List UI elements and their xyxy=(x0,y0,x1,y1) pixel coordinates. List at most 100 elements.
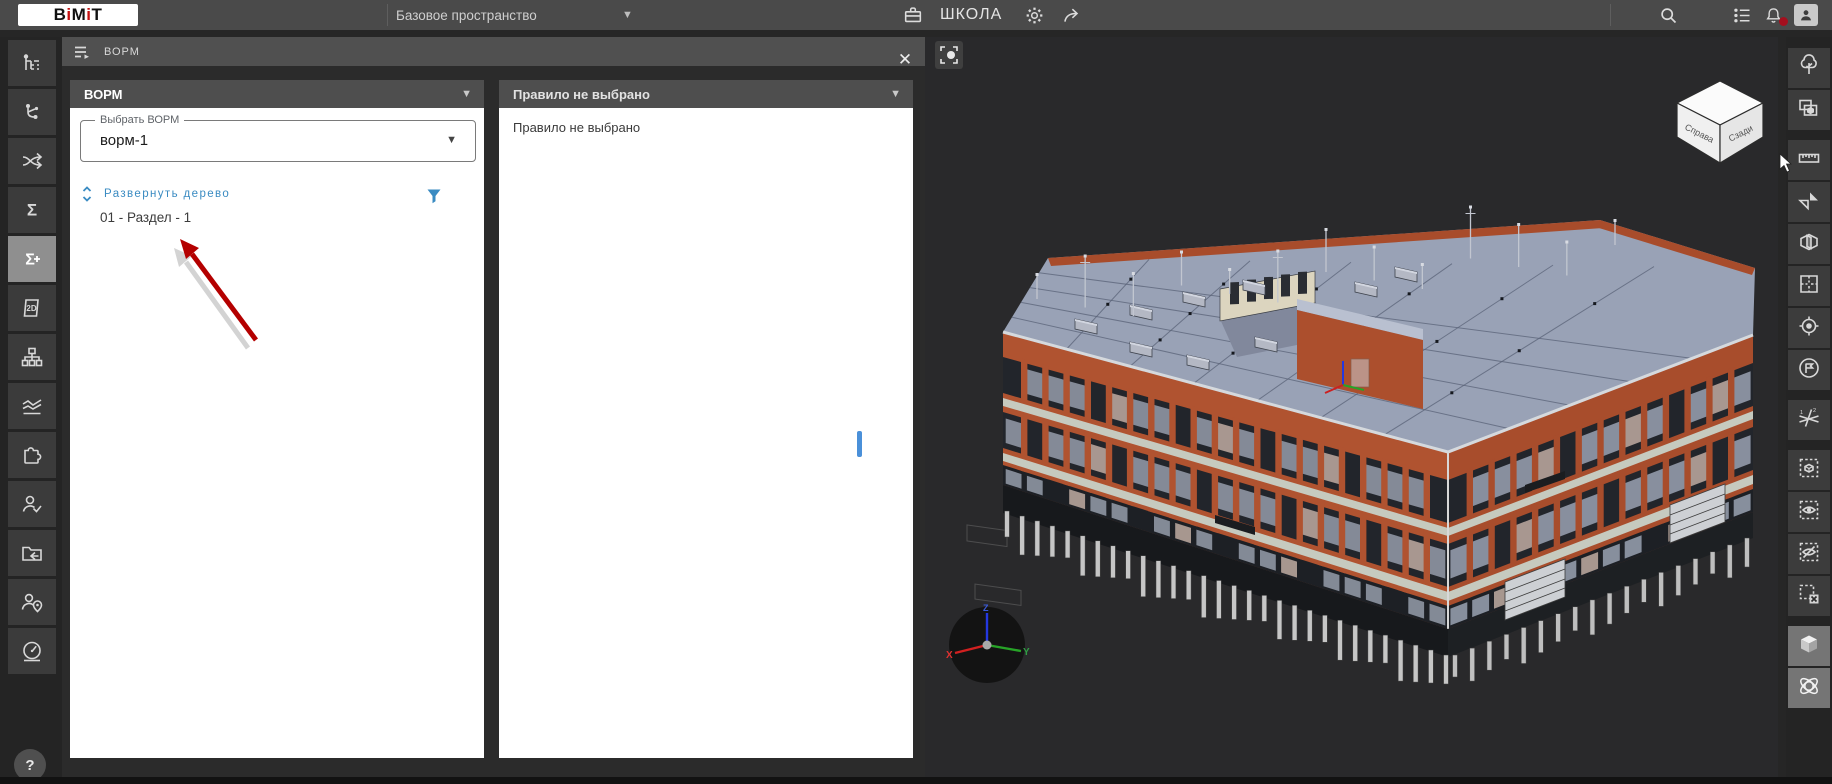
tool-summary-button[interactable]: Σ xyxy=(8,187,56,233)
navigation-cube[interactable]: Справа Сзади xyxy=(1675,79,1765,169)
gizmo-x-label: X xyxy=(946,650,953,661)
tool-floor-plan-button[interactable] xyxy=(1788,266,1830,306)
topbar-divider xyxy=(387,4,388,26)
tool-summary-add-button[interactable]: Σ xyxy=(8,236,56,282)
bimit-application-window: BiMiT Базовое пространство ▼ ШКОЛА Σ Σ 2… xyxy=(0,0,1832,784)
tool-shuffle-button[interactable] xyxy=(8,138,56,184)
vorm-panel-title: ВОРМ xyxy=(84,86,123,102)
close-icon[interactable]: ✕ xyxy=(895,50,915,70)
right-toolbar: 12 xyxy=(1786,37,1832,784)
topbar-divider-right xyxy=(1610,4,1611,26)
building-model[interactable] xyxy=(925,37,1778,778)
vorm-panel: ВОРМ ▼ Выбрать ВОРМ ворм-1 ▼ Развернуть … xyxy=(70,80,484,758)
filter-icon[interactable] xyxy=(426,188,442,204)
tool-select-similar-button[interactable] xyxy=(1788,90,1830,130)
tool-analytics-button[interactable] xyxy=(8,383,56,429)
bimit-logo[interactable]: BiMiT xyxy=(18,4,138,26)
tree-item-section-1[interactable]: 01 - Раздел - 1 xyxy=(100,210,191,225)
tool-hide-button[interactable] xyxy=(1788,534,1830,574)
view-list-icon[interactable] xyxy=(1729,2,1755,28)
share-icon[interactable] xyxy=(1058,2,1084,28)
gizmo-y-label: Y xyxy=(1023,647,1030,658)
solid-cube-icon xyxy=(1797,632,1821,661)
tool-axes-lines-button[interactable]: 12 xyxy=(1788,400,1830,440)
sigma-icon: Σ xyxy=(20,198,44,222)
tool-user-approve-button[interactable] xyxy=(8,481,56,527)
cross-lines-icon: 12 xyxy=(1797,406,1821,435)
capture-icon xyxy=(1797,96,1821,125)
orbit-icon xyxy=(1797,674,1821,703)
svg-text:Σ: Σ xyxy=(25,252,35,269)
viewport-focus-button[interactable] xyxy=(935,41,963,69)
tool-structure-button[interactable] xyxy=(8,334,56,380)
tool-clear-selection-button[interactable] xyxy=(1788,576,1830,616)
trend-lines-icon xyxy=(20,394,44,418)
rule-panel-header[interactable]: Правило не выбрано ▼ xyxy=(499,80,913,108)
account-button[interactable] xyxy=(1794,4,1818,26)
rule-panel: Правило не выбрано ▼ Правило не выбрано xyxy=(499,80,913,758)
target-icon xyxy=(1797,314,1821,343)
tool-section-flip-button[interactable] xyxy=(1788,182,1830,222)
svg-text:2D: 2D xyxy=(26,304,36,313)
vorm-panel-body: Выбрать ВОРМ ворм-1 ▼ Развернуть дерево … xyxy=(70,108,484,758)
expand-tree-link[interactable]: Развернуть дерево xyxy=(80,184,230,204)
flag-icon xyxy=(1797,356,1821,385)
select-caret-down-icon: ▼ xyxy=(446,134,457,146)
tool-flag-button[interactable] xyxy=(1788,350,1830,390)
tool-drawings-2d-button[interactable]: 2D xyxy=(8,285,56,331)
tool-relations-button[interactable] xyxy=(8,89,56,135)
cube-section-icon xyxy=(1797,230,1821,259)
flash-icon xyxy=(1797,188,1821,217)
dock-title: ВОРМ xyxy=(104,45,140,58)
axis-gizmo[interactable]: X Y Z xyxy=(943,603,1031,691)
sitemap-icon xyxy=(20,345,44,369)
top-bar: BiMiT Базовое пространство ▼ ШКОЛА xyxy=(0,0,1832,30)
mouse-cursor xyxy=(1779,153,1793,173)
person-icon xyxy=(1801,10,1811,21)
vorm-panel-header[interactable]: ВОРМ ▼ xyxy=(70,80,484,108)
tool-user-location-button[interactable] xyxy=(8,579,56,625)
search-icon[interactable] xyxy=(1655,2,1681,28)
tool-section-box-button[interactable] xyxy=(1788,224,1830,264)
chevron-down-icon: ▼ xyxy=(461,88,472,100)
notification-badge xyxy=(1779,17,1788,26)
workspace-caret-down-icon[interactable]: ▼ xyxy=(622,0,633,30)
tool-plugins-button[interactable] xyxy=(8,432,56,478)
panel-resize-handle[interactable] xyxy=(857,431,862,457)
user-check-icon xyxy=(20,492,44,516)
tree-structure-icon xyxy=(20,51,44,75)
viewfinder-icon xyxy=(940,46,958,64)
dock-menu-icon[interactable] xyxy=(72,42,92,62)
dock-title-bar: ВОРМ xyxy=(62,37,925,66)
shuffle-icon xyxy=(20,149,44,173)
tool-isolate-button[interactable] xyxy=(1788,450,1830,490)
tool-environment-button[interactable] xyxy=(1788,48,1830,88)
tool-model-tree-button[interactable] xyxy=(8,40,56,86)
tool-shaded-view-button[interactable] xyxy=(1788,626,1830,666)
rule-panel-body: Правило не выбрано xyxy=(499,108,913,758)
vorm-select-field[interactable]: Выбрать ВОРМ ворм-1 ▼ xyxy=(80,114,476,162)
vorm-select-value: ворм-1 xyxy=(100,132,149,149)
doc-2d-icon: 2D xyxy=(20,296,44,320)
tool-locate-button[interactable] xyxy=(1788,308,1830,348)
gear-icon[interactable] xyxy=(1021,2,1047,28)
gauge-icon xyxy=(20,639,44,663)
left-toolbar: Σ Σ 2D ? xyxy=(0,37,62,784)
floorplan-icon xyxy=(1797,272,1821,301)
vorm-select-label: Выбрать ВОРМ xyxy=(95,114,185,126)
workspace-selector[interactable]: Базовое пространство xyxy=(396,0,537,30)
viewport-3d[interactable]: Справа Сзади X Y Z xyxy=(925,37,1778,778)
annotation-arrow xyxy=(174,239,259,350)
tool-folder-export-button[interactable] xyxy=(8,530,56,576)
tool-dashboard-button[interactable] xyxy=(8,628,56,674)
gizmo-z-label: Z xyxy=(983,603,989,613)
svg-text:Σ: Σ xyxy=(27,201,37,220)
tool-orbit-mode-button[interactable] xyxy=(1788,668,1830,708)
briefcase-icon[interactable] xyxy=(900,2,926,28)
rule-empty-text: Правило не выбрано xyxy=(513,120,641,135)
tool-show-button[interactable] xyxy=(1788,492,1830,532)
dashed-cube-icon xyxy=(1797,456,1821,485)
branch-icon xyxy=(20,100,44,124)
vorm-dock: ВОРМ ✕ ВОРМ ▼ Выбрать ВОРМ ворм-1 ▼ Разв… xyxy=(62,37,925,784)
unfold-more-icon xyxy=(82,186,92,202)
